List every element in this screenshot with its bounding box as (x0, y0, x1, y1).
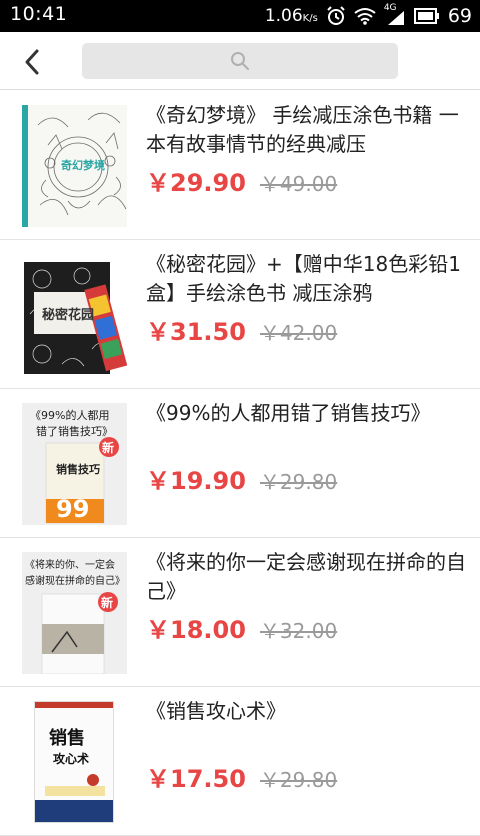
search-icon (231, 52, 249, 70)
chevron-left-icon (25, 49, 39, 75)
cover-title: 秘密花园 (42, 308, 95, 323)
book-title: 《将来的你一定会感谢现在拼命的自己》 (146, 550, 466, 603)
price: ￥31.50 (146, 318, 246, 346)
price-row: ￥29.90 ￥49.00 (146, 163, 337, 198)
price-row: ￥19.90 ￥29.80 (146, 461, 337, 496)
list-item[interactable]: 《将来的你、一定会 感谢现在拼命的自己》 新 《将来的你一定会感谢现在拼命的自己… (0, 538, 480, 687)
back-button[interactable] (14, 44, 50, 80)
header (0, 32, 480, 90)
price: ￥17.50 (146, 765, 246, 793)
book-cover-image[interactable]: 《将来的你、一定会 感谢现在拼命的自己》 新 (22, 552, 127, 674)
book-title: 《奇幻梦境》 手绘减压涂色书籍 一本有故事情节的经典减压 (146, 103, 459, 156)
list-item[interactable]: 秘密花园 《秘密花园》+【赠中华18色彩铅1盒】手绘涂色书 减压涂鸦 ￥31.5… (0, 240, 480, 389)
battery-icon (413, 8, 439, 24)
wifi-icon (354, 8, 376, 25)
network-speed: 1.06K/s (264, 6, 318, 26)
cover-subtitle: 攻心术 (53, 752, 90, 766)
book-title: 《销售攻心术》 (146, 699, 286, 723)
status-icons: 1.06K/s 4G 69 (265, 0, 472, 32)
book-title: 《99%的人都用错了销售技巧》 (146, 401, 431, 425)
original-price: ￥32.00 (259, 619, 338, 643)
book-cover-image[interactable]: 《99%的人都用 错了销售技巧》 新 销售技巧 99 (22, 403, 127, 525)
cover-badge: 新 (102, 441, 115, 455)
book-cover-image[interactable]: 奇幻梦境 (22, 105, 127, 227)
cover-big-number: 99 (56, 495, 90, 523)
price-row: ￥31.50 ￥42.00 (146, 312, 337, 347)
price: ￥19.90 (146, 467, 246, 495)
battery-level: 69 (447, 5, 472, 27)
original-price: ￥49.00 (259, 172, 338, 196)
original-price: ￥29.80 (259, 470, 338, 494)
price: ￥18.00 (146, 616, 246, 644)
status-bar: 10:41 1.06K/s 4G 69 (0, 0, 480, 32)
status-time: 10:41 (10, 3, 68, 25)
original-price: ￥29.80 (259, 768, 338, 792)
cover-name: 销售 (49, 728, 85, 749)
book-cover-image[interactable]: 秘密花园 (22, 254, 127, 376)
cover-title: 奇幻梦境 (61, 159, 105, 172)
price: ￥29.90 (146, 169, 246, 197)
original-price: ￥42.00 (259, 321, 338, 345)
signal-icon: 4G (384, 3, 406, 27)
list-item[interactable]: 《99%的人都用 错了销售技巧》 新 销售技巧 99 《99%的人都用错了销售技… (0, 389, 480, 538)
cover-name: 销售技巧 (56, 463, 100, 476)
cover-badge: 新 (101, 596, 114, 610)
book-cover-image[interactable]: 销售 攻心术 (34, 701, 114, 823)
search-input[interactable] (82, 43, 398, 79)
book-list: 奇幻梦境 《奇幻梦境》 手绘减压涂色书籍 一本有故事情节的经典减压 ￥29.90… (0, 91, 480, 836)
list-item[interactable]: 销售 攻心术 《销售攻心术》 ￥17.50 ￥29.80 (0, 687, 480, 836)
price-row: ￥18.00 ￥32.00 (146, 610, 337, 645)
list-item[interactable]: 奇幻梦境 《奇幻梦境》 手绘减压涂色书籍 一本有故事情节的经典减压 ￥29.90… (0, 91, 480, 240)
alarm-icon (327, 6, 345, 25)
book-title: 《秘密花园》+【赠中华18色彩铅1盒】手绘涂色书 减压涂鸦 (146, 252, 461, 305)
price-row: ￥17.50 ￥29.80 (146, 759, 337, 794)
